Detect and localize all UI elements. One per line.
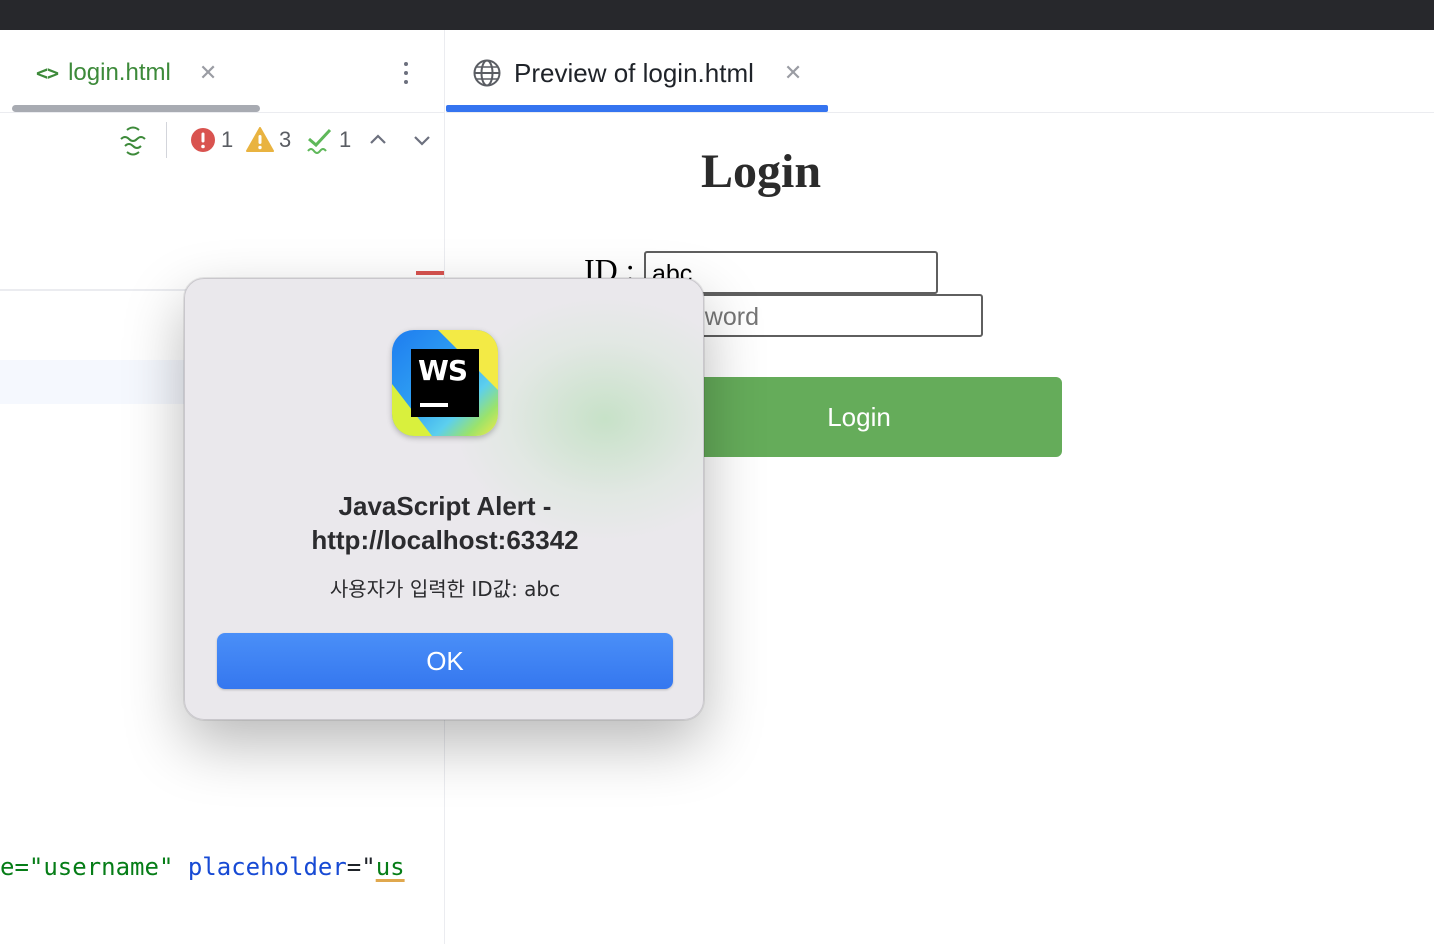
error-count[interactable]: 1 [190,126,233,154]
javascript-alert-dialog: WS JavaScript Alert - http://localhost:6… [184,278,704,720]
warning-icon [246,127,274,152]
app-icon-text: WS [418,354,468,387]
reader-mode-icon[interactable] [118,126,148,156]
tab-bar-divider [446,112,1434,113]
login-button[interactable]: Login [656,377,1062,457]
code-token: e="username" [0,853,174,881]
tab-scroll-indicator[interactable] [12,105,260,112]
webstorm-app-icon: WS [392,330,498,436]
weak-warning-count[interactable]: 1 [306,126,351,154]
code-line[interactable]: e="username" placeholder="us [0,850,444,884]
more-options-icon[interactable] [398,58,414,88]
error-icon [191,128,215,152]
code-token: =" [346,853,376,881]
warning-count[interactable]: 3 [246,126,291,154]
check-icon [307,128,332,154]
window-title-bar [0,0,1434,30]
code-token: placeholder [187,853,347,881]
tab-bar-divider [0,112,444,113]
error-stripe-mark[interactable] [416,271,444,275]
tab-label: login.html [68,59,171,86]
tab-preview[interactable]: Preview of login.html ✕ [472,58,802,88]
ok-button[interactable]: OK [217,633,673,689]
globe-icon [473,59,501,87]
tab-label: Preview of login.html [514,57,754,88]
code-token-warning: us [375,853,405,881]
tab-login-html[interactable]: <> login.html ✕ [36,58,217,88]
chevron-up-icon[interactable] [366,128,390,152]
dialog-title: JavaScript Alert - http://localhost:6334… [311,491,579,555]
page-title: Login [700,145,822,198]
close-icon[interactable]: ✕ [784,60,802,86]
toolbar-separator [166,122,167,158]
chevron-down-icon[interactable] [410,128,434,152]
code-icon: <> [36,61,59,85]
close-icon[interactable]: ✕ [199,60,217,86]
inspection-toolbar: 1 3 1 [0,120,444,160]
active-tab-indicator [446,105,828,112]
dialog-message: 사용자가 입력한 ID값: abc [329,577,561,601]
